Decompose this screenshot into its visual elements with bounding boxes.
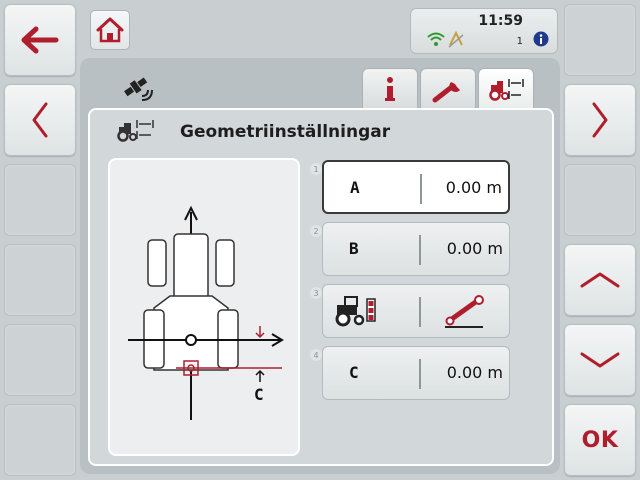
hitch-type-icon [445, 295, 484, 328]
param-c-row[interactable]: C 0.00 m [322, 346, 510, 400]
tractor-geometry-icon [489, 79, 524, 101]
wrench-icon [432, 81, 460, 102]
page-title: Geometriinställningar [180, 122, 391, 142]
row-number: 3 [310, 287, 322, 299]
empty-softkey-left-5 [4, 324, 76, 396]
geometry-diagram: C [108, 158, 300, 456]
row-number: 1 [310, 163, 322, 175]
arrow-left-icon [21, 26, 59, 54]
info-icon [385, 76, 395, 101]
tractor-top-view: C [128, 205, 284, 420]
scroll-up-button[interactable] [564, 244, 636, 316]
gps-signal-icon [448, 30, 464, 48]
divider [419, 359, 421, 389]
param-value: 0.00 m [445, 178, 502, 197]
param-value: 0.00 m [446, 239, 503, 258]
chevron-left-icon [32, 102, 48, 138]
chevron-up-icon [580, 272, 620, 288]
status-area: 11:59 1 [410, 8, 558, 54]
previous-button[interactable] [4, 84, 76, 156]
dimension-c-label: C [254, 385, 264, 404]
param-label: A [350, 178, 360, 197]
divider [419, 235, 421, 265]
param-label: C [349, 363, 359, 382]
message-count: 1 [516, 36, 523, 47]
tab-info[interactable] [362, 68, 418, 110]
tractor-hitch-icon [335, 296, 376, 327]
empty-softkey-left-6 [4, 404, 76, 476]
empty-softkey-left-3 [4, 164, 76, 236]
param-a-row[interactable]: A 0.00 m [322, 160, 510, 214]
wifi-icon [427, 32, 445, 46]
chevron-down-icon [580, 352, 620, 368]
back-button[interactable] [4, 4, 76, 76]
row-number: 2 [310, 225, 322, 237]
tractor-geometry-icon [117, 120, 154, 142]
home-button[interactable] [90, 10, 130, 50]
param-label: B [349, 239, 359, 258]
param-b-row[interactable]: B 0.00 m [322, 222, 510, 276]
param-hitch-row[interactable] [322, 284, 510, 338]
row-number: 4 [310, 349, 322, 361]
empty-softkey-right-3 [564, 164, 636, 236]
empty-softkey-right-1 [564, 4, 636, 76]
ok-button[interactable]: OK [564, 404, 636, 476]
scroll-down-button[interactable] [564, 324, 636, 396]
divider [420, 174, 422, 204]
home-icon [96, 17, 124, 43]
gps-icon [124, 77, 153, 101]
param-value: 0.00 m [446, 363, 503, 382]
ok-label: OK [581, 427, 619, 453]
next-button[interactable] [564, 84, 636, 156]
empty-softkey-left-4 [4, 244, 76, 316]
divider [419, 297, 421, 327]
clock-time: 11:59 [478, 13, 523, 29]
chevron-right-icon [592, 102, 608, 138]
tab-settings[interactable] [420, 68, 476, 110]
notification-icon[interactable] [533, 31, 549, 47]
